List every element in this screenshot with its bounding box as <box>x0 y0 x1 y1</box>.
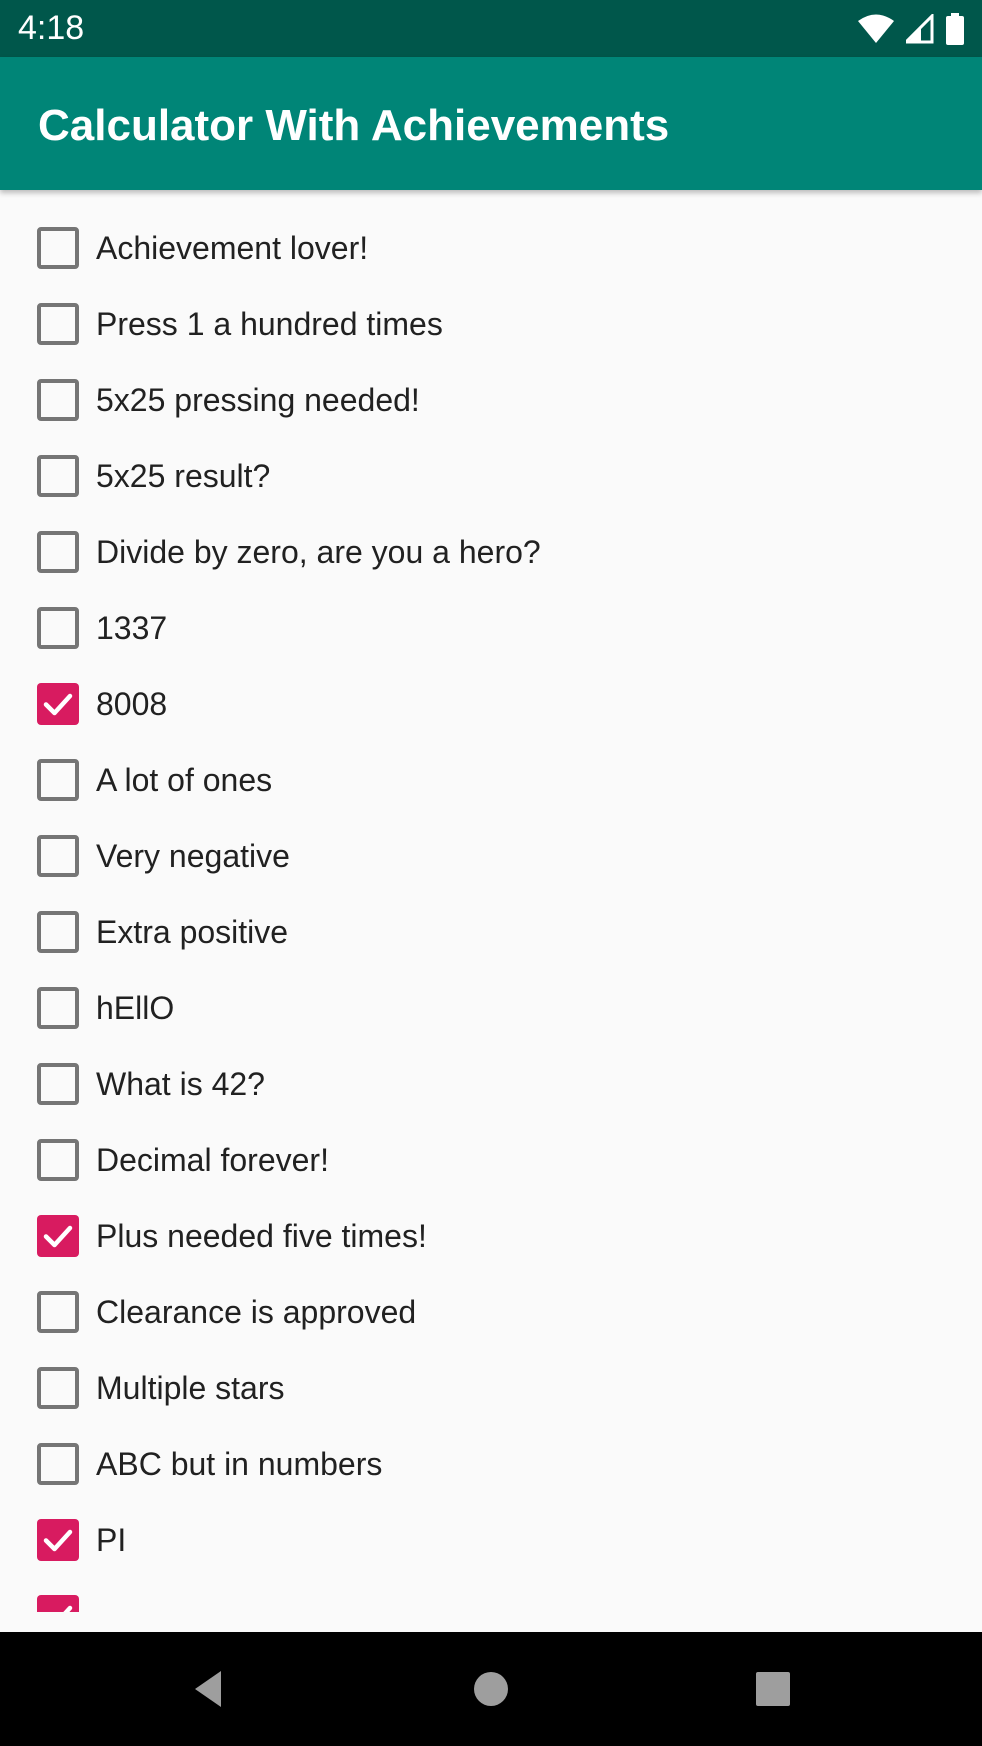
check-icon <box>43 1225 73 1248</box>
achievement-item[interactable]: Clearance is approved <box>0 1274 982 1350</box>
achievement-checkbox[interactable] <box>37 1367 79 1409</box>
achievement-label: What is 42? <box>96 1066 265 1102</box>
achievement-label: Clearance is approved <box>96 1294 417 1330</box>
achievement-checkbox[interactable] <box>37 683 79 725</box>
achievement-checkbox[interactable] <box>37 1519 79 1561</box>
achievement-item[interactable]: Achievement lover! <box>0 210 982 286</box>
status-time: 4:18 <box>18 9 85 47</box>
achievement-label: 5x25 result? <box>96 458 271 494</box>
achievement-checkbox[interactable] <box>37 1443 79 1485</box>
achievement-label: Press 1 a hundred times <box>96 306 443 342</box>
achievement-item[interactable]: 1337 <box>0 590 982 666</box>
status-icons <box>858 12 964 46</box>
achievement-label: A lot of ones <box>96 762 273 798</box>
check-icon <box>43 1529 73 1552</box>
achievement-checkbox[interactable] <box>37 759 79 801</box>
achievement-item[interactable]: hEllO <box>0 970 982 1046</box>
wifi-icon <box>858 14 894 44</box>
check-icon <box>63 1605 73 1612</box>
achievement-list[interactable]: Achievement lover! Press 1 a hundred time… <box>0 190 982 1612</box>
achievement-checkbox[interactable] <box>37 227 79 269</box>
achievement-item[interactable]: 5x25 result? <box>0 438 982 514</box>
achievement-checkbox[interactable] <box>37 911 79 953</box>
achievement-item[interactable]: Plus needed five times! <box>0 1198 982 1274</box>
achievement-item[interactable]: Extra positive <box>0 894 982 970</box>
achievement-checkbox[interactable] <box>37 1215 79 1257</box>
recents-icon[interactable] <box>746 1662 800 1716</box>
achievement-item[interactable]: Very negative <box>0 818 982 894</box>
achievement-item[interactable]: Multiple stars <box>0 1350 982 1426</box>
achievement-label: Achievement lover! <box>96 230 369 266</box>
achievement-checkbox[interactable] <box>37 1063 79 1105</box>
battery-icon <box>946 13 964 45</box>
achievement-label: 5x25 pressing needed! <box>96 382 420 418</box>
achievement-checkbox[interactable] <box>37 1595 79 1612</box>
achievement-checkbox[interactable] <box>37 1139 79 1181</box>
achievement-item[interactable]: Press 1 a hundred times <box>0 286 982 362</box>
achievement-label: ABC but in numbers <box>96 1446 383 1482</box>
achievement-item[interactable] <box>0 1578 982 1612</box>
achievement-label: 8008 <box>96 686 168 722</box>
achievement-label: 1337 <box>96 610 168 646</box>
achievement-item[interactable]: ABC but in numbers <box>0 1426 982 1502</box>
home-icon[interactable] <box>464 1662 518 1716</box>
navigation-bar <box>0 1632 982 1746</box>
achievement-item[interactable]: Divide by zero, are you a hero? <box>0 514 982 590</box>
achievement-item[interactable]: 5x25 pressing needed! <box>0 362 982 438</box>
achievement-label: Decimal forever! <box>96 1142 329 1178</box>
achievement-label: Extra positive <box>96 914 289 950</box>
signal-icon <box>906 14 934 44</box>
achievement-item[interactable]: Decimal forever! <box>0 1122 982 1198</box>
achievement-checkbox[interactable] <box>37 607 79 649</box>
achievement-checkbox[interactable] <box>37 835 79 877</box>
back-icon[interactable] <box>185 1662 239 1716</box>
achievement-checkbox[interactable] <box>37 987 79 1029</box>
achievement-label: PI <box>96 1522 127 1558</box>
achievement-label: Very negative <box>96 838 290 874</box>
achievement-item[interactable]: A lot of ones <box>0 742 982 818</box>
check-icon <box>43 693 73 716</box>
achievement-checkbox[interactable] <box>37 455 79 497</box>
achievement-item[interactable]: PI <box>0 1502 982 1578</box>
app-title: Calculator With Achievements <box>38 101 670 150</box>
achievement-item[interactable]: What is 42? <box>0 1046 982 1122</box>
achievement-label: hEllO <box>96 990 175 1026</box>
status-bar: 4:18 <box>0 0 982 57</box>
achievement-checkbox[interactable] <box>37 1291 79 1333</box>
achievement-checkbox[interactable] <box>37 379 79 421</box>
achievement-item[interactable]: 8008 <box>0 666 982 742</box>
achievement-checkbox[interactable] <box>37 531 79 573</box>
achievement-label: Multiple stars <box>96 1370 285 1406</box>
achievement-label: Plus needed five times! <box>96 1218 427 1254</box>
app-bar: Calculator With Achievements <box>0 57 982 190</box>
achievement-label: Divide by zero, are you a hero? <box>96 534 541 570</box>
achievement-checkbox[interactable] <box>37 303 79 345</box>
